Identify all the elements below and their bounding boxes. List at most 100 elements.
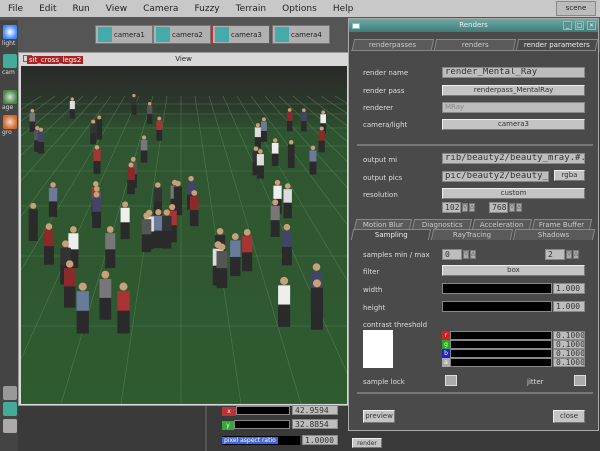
- output-pics-input[interactable]: pic/beauty2/beauty_: [442, 171, 549, 182]
- agents-icon[interactable]: [3, 90, 17, 104]
- resolution-dropdown[interactable]: custom: [442, 188, 585, 199]
- arrow-left-icon[interactable]: [3, 419, 17, 433]
- render-name-input[interactable]: render_Mental_Ray: [442, 67, 585, 78]
- menu-camera[interactable]: Camera: [135, 4, 186, 14]
- samples-min-up[interactable]: △: [470, 250, 476, 259]
- width-slider[interactable]: [442, 283, 552, 294]
- preview-button[interactable]: preview: [363, 410, 395, 423]
- width-label: width: [363, 286, 383, 294]
- height-slider[interactable]: [442, 301, 552, 312]
- tab-shadows[interactable]: Shadows: [512, 229, 596, 240]
- samples-max-up[interactable]: △: [573, 250, 579, 259]
- render-name-label: render name: [363, 69, 409, 77]
- x-label: x: [222, 407, 236, 416]
- channel-g-label: g: [442, 340, 450, 349]
- x-value[interactable]: 42.9594: [292, 405, 338, 415]
- y-slider[interactable]: [234, 420, 290, 429]
- channel-a-slider[interactable]: [450, 358, 552, 367]
- minimize-icon[interactable]: _: [563, 21, 572, 30]
- samples-min-down[interactable]: ▽: [463, 250, 469, 259]
- view-window: View sit_cross_legs2: [18, 52, 349, 406]
- close-icon[interactable]: ×: [587, 21, 596, 30]
- light-label: light: [2, 40, 16, 47]
- camera-label: camera2: [172, 30, 203, 39]
- camera2-button[interactable]: camera2: [153, 25, 211, 44]
- menu-fuzzy[interactable]: Fuzzy: [186, 4, 227, 14]
- res-height-up[interactable]: △: [516, 203, 522, 212]
- render-pass-label: render pass: [363, 87, 405, 95]
- camera-icon: [215, 27, 229, 42]
- output-pics-label: output pics: [363, 174, 403, 182]
- height-value[interactable]: 1.000: [553, 301, 585, 312]
- render-pass-dropdown[interactable]: renderpass_MentalRay: [442, 85, 585, 96]
- res-width-input[interactable]: 1024: [442, 202, 461, 213]
- menu-file[interactable]: File: [0, 4, 31, 14]
- tab-renders[interactable]: renders: [433, 39, 517, 50]
- y-value[interactable]: 32.8854: [292, 419, 338, 429]
- channel-b-value[interactable]: 0.1000: [553, 349, 585, 358]
- tab-raytracing[interactable]: RayTracing: [430, 229, 514, 240]
- menu-options[interactable]: Options: [274, 4, 325, 14]
- tab-renderpasses[interactable]: renderpasses: [351, 39, 435, 50]
- samples-label: samples min / max: [363, 251, 430, 259]
- 3d-viewport[interactable]: [21, 66, 347, 404]
- sample-lock-label: sample lock: [363, 378, 405, 386]
- camera-icon: [156, 27, 170, 42]
- channel-a-value[interactable]: 0.1000: [553, 358, 585, 367]
- aspect-slider[interactable]: pixel aspect ratio: [222, 436, 300, 445]
- res-width-up[interactable]: △: [469, 203, 475, 212]
- menu-run[interactable]: Run: [65, 4, 98, 14]
- output-mi-input[interactable]: rib/beauty2/beauty_mray.#.: [442, 153, 585, 164]
- channel-g-value[interactable]: 0.1000: [553, 340, 585, 349]
- jitter-checkbox[interactable]: [574, 375, 586, 386]
- res-width-down[interactable]: ▽: [462, 203, 468, 212]
- channel-g-slider[interactable]: [450, 340, 552, 349]
- renderer-field: MRay: [442, 102, 585, 113]
- renders-title: Renders: [459, 21, 488, 29]
- light-icon[interactable]: [3, 25, 17, 39]
- sample-lock-checkbox[interactable]: [445, 375, 457, 386]
- output-mi-label: output mi: [363, 156, 398, 164]
- tool-icon[interactable]: [3, 386, 17, 400]
- renderer-label: renderer: [363, 104, 394, 112]
- camera-label: camera4: [291, 30, 322, 39]
- camera-small-icon[interactable]: [3, 402, 17, 416]
- res-height-down[interactable]: ▽: [509, 203, 515, 212]
- contrast-threshold-label: contrast threshold: [363, 321, 428, 329]
- samples-max-down[interactable]: ▽: [566, 250, 572, 259]
- samples-max-input[interactable]: 2: [545, 249, 565, 260]
- channel-r-value[interactable]: 0.1000: [553, 331, 585, 340]
- channel-b-slider[interactable]: [450, 349, 552, 358]
- channel-r-slider[interactable]: [450, 331, 552, 340]
- menu-help[interactable]: Help: [325, 4, 362, 14]
- camera3-button[interactable]: camera3: [212, 25, 270, 44]
- camera4-button[interactable]: camera4: [272, 25, 330, 44]
- format-dropdown[interactable]: rgba: [554, 170, 585, 181]
- height-label: height: [363, 304, 386, 312]
- res-height-input[interactable]: 768: [489, 202, 508, 213]
- camera-light-label: camera/light: [363, 121, 408, 129]
- renders-titlebar: Renders _ □ ×: [349, 19, 598, 32]
- render-button[interactable]: render: [352, 438, 382, 448]
- tab-sampling[interactable]: Sampling: [350, 229, 432, 240]
- filter-dropdown[interactable]: box: [442, 265, 585, 276]
- close-button[interactable]: close: [553, 410, 585, 423]
- menu-terrain[interactable]: Terrain: [228, 4, 274, 14]
- divider: [205, 406, 207, 451]
- width-value[interactable]: 1.000: [553, 283, 585, 294]
- channel-a-label: a: [442, 358, 450, 367]
- aspect-value[interactable]: 1.0000: [302, 435, 338, 445]
- contrast-color-swatch[interactable]: [363, 330, 393, 368]
- menu-edit[interactable]: Edit: [31, 4, 64, 14]
- tab-render-parameters[interactable]: render parameters: [515, 39, 599, 50]
- camera1-button[interactable]: camera1: [95, 25, 153, 44]
- groups-icon[interactable]: [3, 115, 17, 129]
- x-slider[interactable]: [236, 406, 290, 415]
- menu-view[interactable]: View: [98, 4, 135, 14]
- separator: [357, 144, 593, 146]
- camera-icon[interactable]: [3, 54, 17, 68]
- samples-min-input[interactable]: 0: [442, 249, 462, 260]
- maximize-icon[interactable]: □: [575, 21, 584, 30]
- camera-light-dropdown[interactable]: camera3: [442, 119, 585, 130]
- scene-button[interactable]: scene: [556, 1, 596, 16]
